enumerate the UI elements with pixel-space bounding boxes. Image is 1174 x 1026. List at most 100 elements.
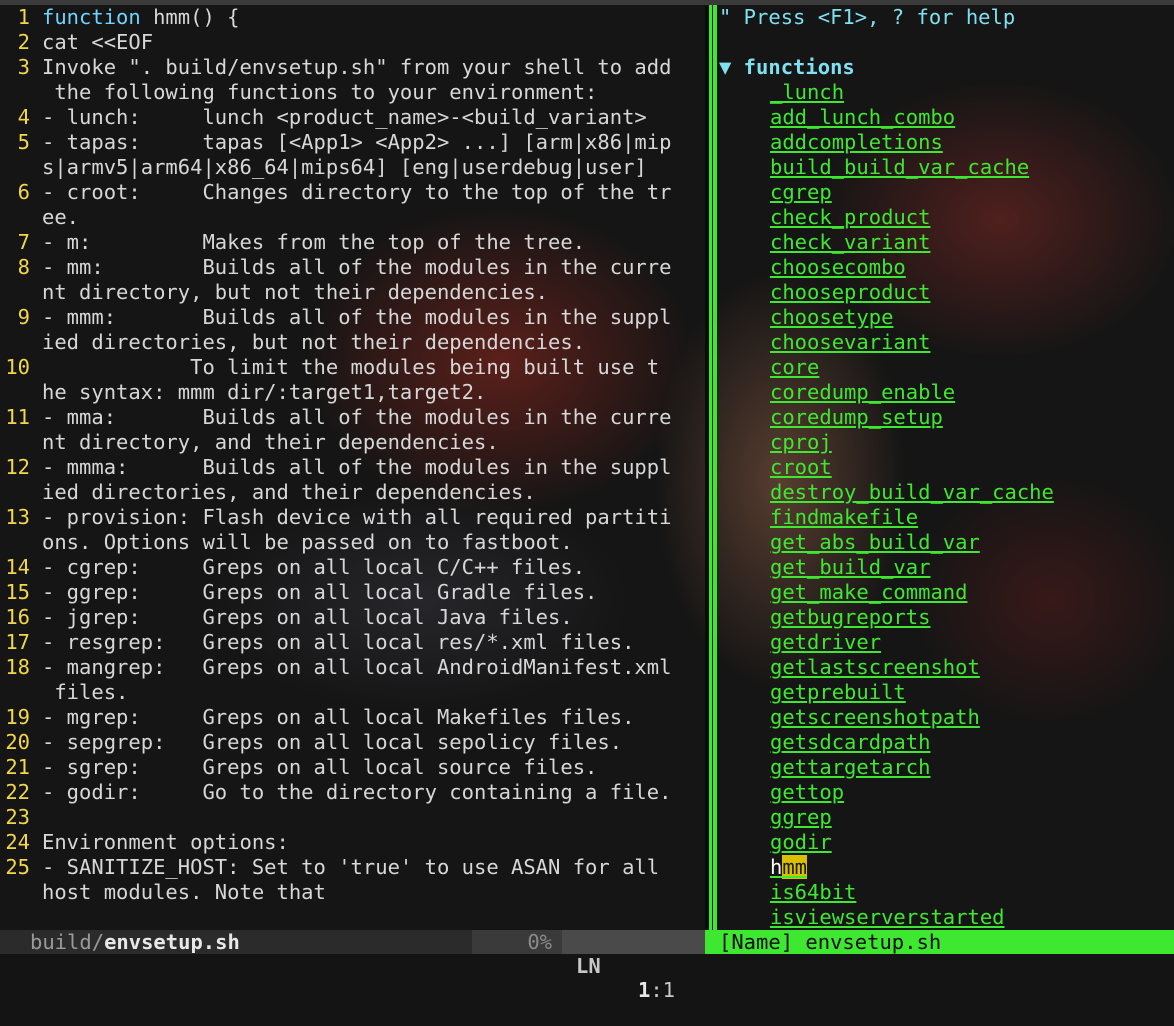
line-number: 22 [5, 780, 30, 804]
line-text: Environment options: [42, 830, 289, 854]
search-highlight: mm [782, 855, 808, 879]
line-number: 13 [5, 505, 30, 529]
statusline-filepath: build/envsetup.sh [30, 930, 240, 954]
line-number: 19 [5, 705, 30, 729]
tagbar-help-text: " Press <F1>, ? for help [719, 5, 1016, 29]
tagbar-function-item[interactable]: build_build_var_cache [770, 155, 1029, 180]
line-text: ied directories, and their dependencies. [42, 480, 536, 504]
line-number: 3 [17, 55, 30, 79]
line-number: 7 [17, 230, 30, 254]
tagbar-function-item[interactable]: get_make_command [770, 580, 967, 605]
line-text: - godir: Go to the directory containing … [42, 780, 672, 804]
tagbar-function-item[interactable]: getdriver [770, 630, 881, 655]
line-text-rest: hmm() { [140, 5, 240, 29]
tagbar-function-item[interactable]: get_build_var [770, 555, 930, 580]
line-number: 18 [5, 655, 30, 679]
line-text: he syntax: mmm dir/:target1,target2. [42, 380, 487, 404]
line-number: 20 [5, 730, 30, 754]
tagbar-function-item[interactable]: isviewserverstarted [770, 905, 1005, 930]
tagbar-function-item[interactable]: addcompletions [770, 130, 943, 155]
line-number: 14 [5, 555, 30, 579]
line-number: 24 [5, 830, 30, 854]
tagbar-function-item[interactable]: getprebuilt [770, 680, 906, 705]
line-number: 17 [5, 630, 30, 654]
line-text: nt directory, and their dependencies. [42, 430, 499, 454]
keyword-token: function [42, 5, 141, 29]
tagbar-function-item[interactable]: choosevariant [770, 330, 930, 355]
line-number: 16 [5, 605, 30, 629]
tagbar-function-item[interactable]: godir [770, 830, 832, 855]
line-text: Invoke ". build/envsetup.sh" from your s… [42, 55, 672, 79]
tagbar-function-item[interactable]: hmm [770, 855, 808, 880]
tagbar-function-item[interactable]: add_lunch_combo [770, 105, 955, 130]
cursor-char: h [770, 855, 783, 879]
statusline-ln-label: LN [576, 954, 601, 978]
tagbar-function-item[interactable]: croot [770, 455, 832, 480]
tagbar-function-item[interactable]: getscreenshotpath [770, 705, 980, 730]
line-text: - sepgrep: Greps on all local sepolicy f… [42, 730, 623, 754]
line-text: cat <<EOF [42, 30, 154, 54]
line-text: - sgrep: Greps on all local source files… [42, 755, 598, 779]
line-number: 2 [17, 30, 30, 54]
line-text: - m: Makes from the top of the tree. [42, 230, 586, 254]
tagbar-function-item[interactable]: is64bit [770, 880, 856, 905]
tagbar-function-item[interactable]: check_product [770, 205, 930, 230]
tagbar-function-item[interactable]: cgrep [770, 180, 832, 205]
editor-pane[interactable]: 1 function hmm() { 2 cat <<EOF 3 Invoke ". bu… [0, 5, 705, 930]
line-text: - mmm: Builds all of the modules in the … [42, 305, 672, 329]
statusline-line-col: 1:1 [638, 978, 675, 1002]
tagbar-function-item[interactable]: cproj [770, 430, 832, 455]
line-text: ied directories, but not their dependenc… [42, 330, 586, 354]
tagbar-function-item[interactable]: getbugreports [770, 605, 930, 630]
line-number: 4 [17, 105, 30, 129]
line-number: 23 [5, 805, 30, 829]
line-text: - croot: Changes directory to the top of… [42, 180, 672, 204]
tagbar-pane[interactable]: " Press <F1>, ? for help ▼ functions _lu… [717, 5, 1174, 930]
tagbar-function-item[interactable]: coredump_enable [770, 380, 955, 405]
line-text: - provision: Flash device with all requi… [42, 505, 672, 529]
tagbar-function-item[interactable]: getsdcardpath [770, 730, 930, 755]
line-text: - mangrep: Greps on all local AndroidMan… [42, 655, 672, 679]
line-text: - jgrep: Greps on all local Java files. [42, 605, 573, 629]
tagbar-function-item[interactable]: _lunch [770, 80, 844, 105]
split-divider-line [709, 5, 712, 930]
tagbar-function-item[interactable]: get_abs_build_var [770, 530, 980, 555]
line-number: 15 [5, 580, 30, 604]
line-text: host modules. Note that [42, 880, 326, 904]
tagbar-function-item[interactable]: getlastscreenshot [770, 655, 980, 680]
line-text: - ggrep: Greps on all local Gradle files… [42, 580, 598, 604]
tagbar-function-item[interactable]: choosecombo [770, 255, 906, 280]
tagbar-function-item[interactable]: destroy_build_var_cache [770, 480, 1054, 505]
tagbar-function-item[interactable]: gettargetarch [770, 755, 930, 780]
tagbar-function-item[interactable]: check_variant [770, 230, 930, 255]
line-text: - lunch: lunch <product_name>-<build_var… [42, 105, 647, 129]
tagbar-function-item[interactable]: ggrep [770, 805, 832, 830]
line-number: 1 [17, 5, 30, 29]
line-number: 6 [17, 180, 30, 204]
tagbar-function-item[interactable]: findmakefile [770, 505, 918, 530]
line-text: - mm: Builds all of the modules in the c… [42, 255, 672, 279]
tagbar-function-item[interactable]: choosetype [770, 305, 893, 330]
line-text: nt directory, but not their dependencies… [42, 280, 549, 304]
line-number: 25 [5, 855, 30, 879]
line-text: function hmm() { [42, 5, 240, 30]
line-text: - tapas: tapas [<App1> <App2> ...] [arm|… [42, 130, 672, 154]
tagbar-function-item[interactable]: coredump_setup [770, 405, 943, 430]
line-text: To limit the modules being built use t [42, 355, 660, 379]
line-text: - mmma: Builds all of the modules in the… [42, 455, 672, 479]
line-number: 10 [5, 355, 30, 379]
line-text: the following functions to your environm… [42, 80, 598, 104]
line-text: ons. Options will be passed on to fastbo… [42, 530, 573, 554]
statusline-dir: build/ [30, 930, 105, 954]
statusline-percent: 0% [472, 930, 562, 954]
line-number: 8 [17, 255, 30, 279]
line-text: - cgrep: Greps on all local C/C++ files. [42, 555, 586, 579]
tagbar-function-item[interactable]: core [770, 355, 819, 380]
tagbar-status-name: [Name] envsetup.sh [719, 930, 942, 954]
tagbar-group-functions[interactable]: ▼ functions [719, 55, 855, 80]
line-text: s|armv5|arm64|x86_64|mips64] [eng|userde… [42, 155, 647, 179]
line-text: files. [42, 680, 129, 704]
tagbar-function-item[interactable]: gettop [770, 780, 844, 805]
line-text: - resgrep: Greps on all local res/*.xml … [42, 630, 635, 654]
tagbar-function-item[interactable]: chooseproduct [770, 280, 930, 305]
